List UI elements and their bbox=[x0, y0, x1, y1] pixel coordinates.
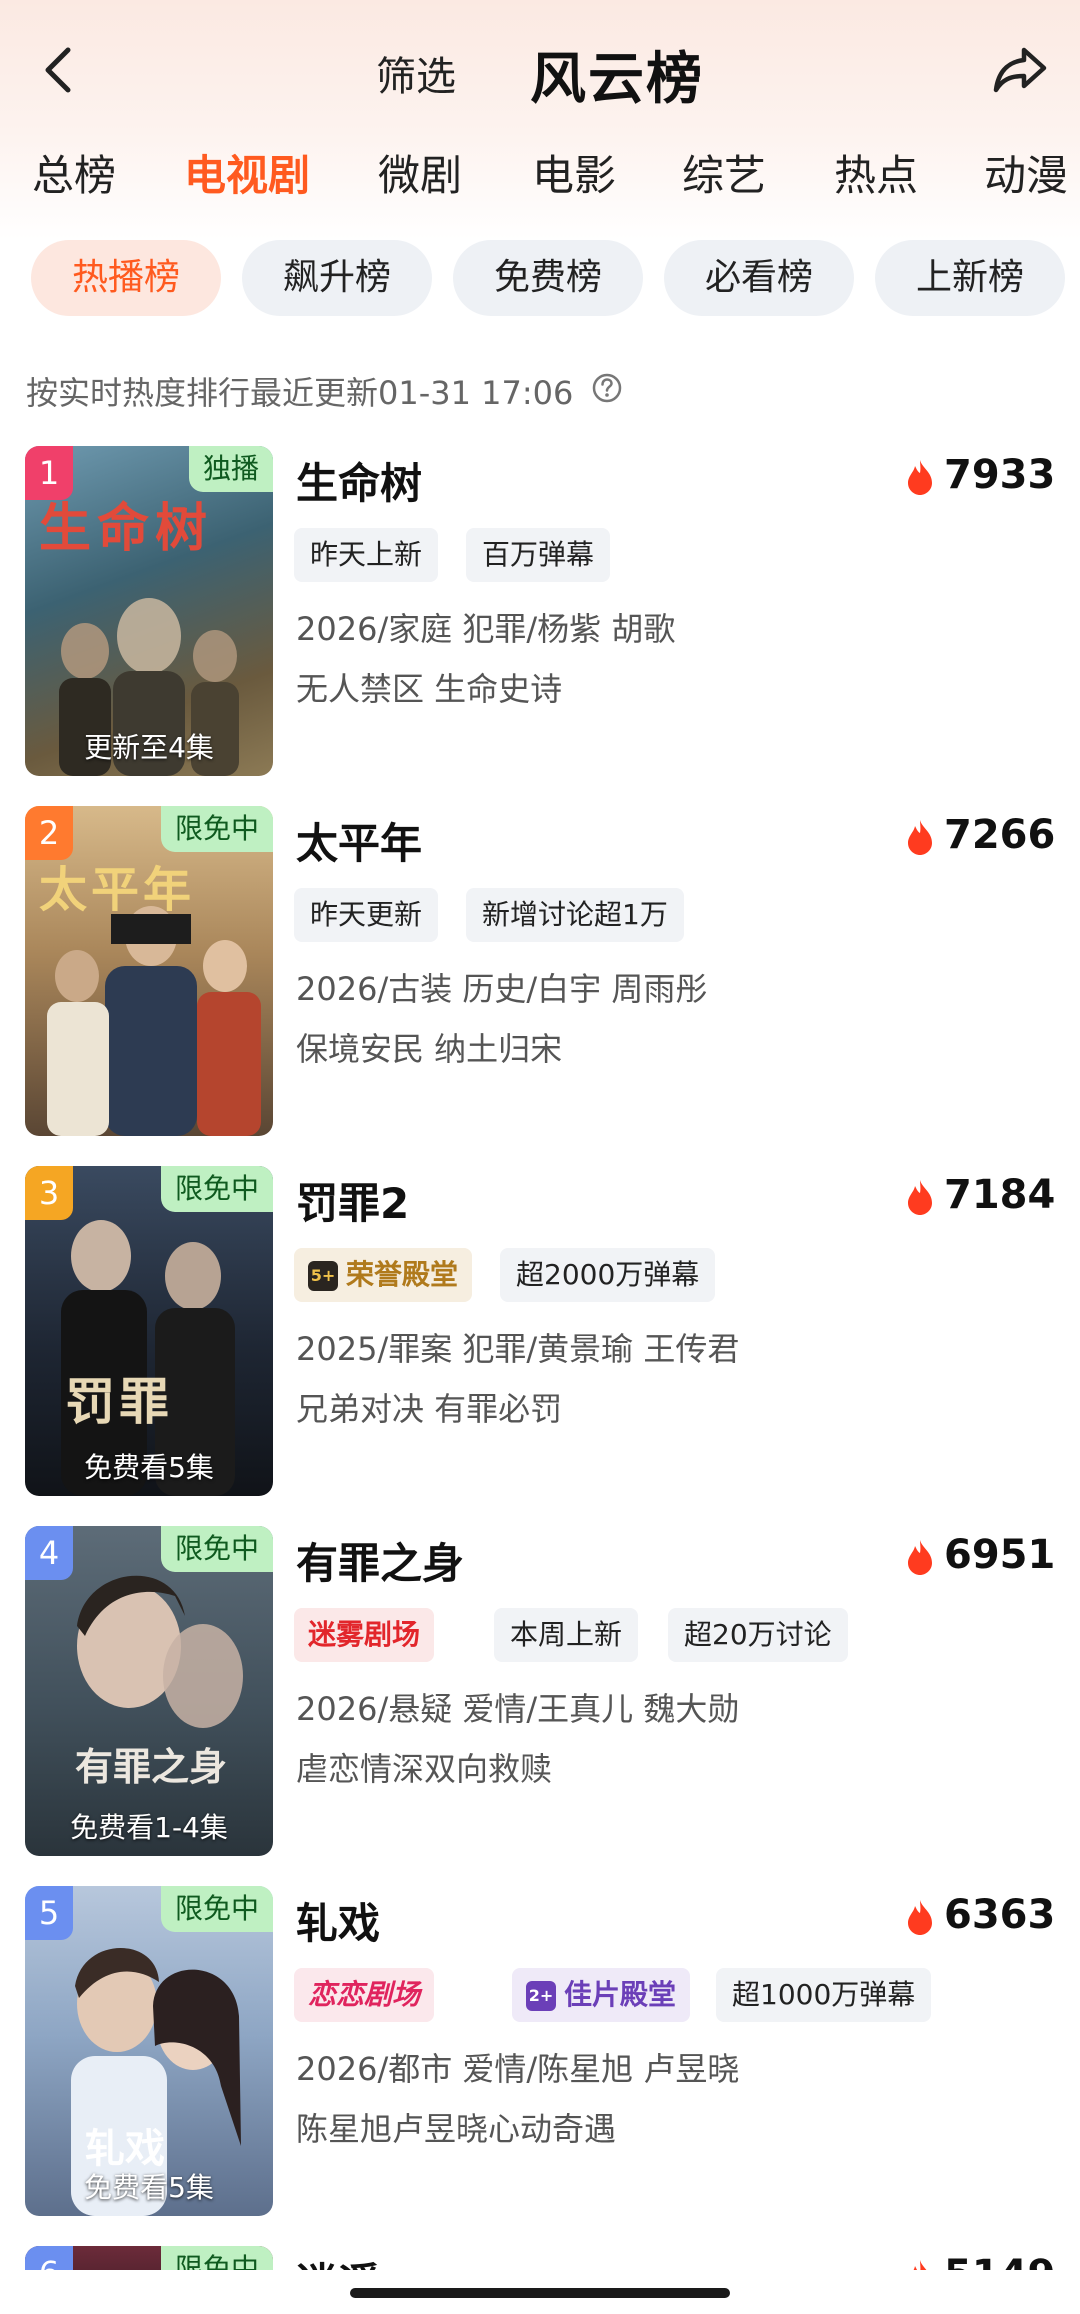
tab-movies[interactable]: 电影 bbox=[532, 142, 616, 203]
poster-title-art: 罚罪 bbox=[65, 1373, 173, 1431]
tab-hot-topics[interactable]: 热点 bbox=[834, 142, 918, 203]
tab-anime[interactable]: 动漫 bbox=[984, 142, 1068, 203]
honor-hall-icon: 5+ bbox=[308, 1261, 338, 1291]
tag-chip: 百万弹幕 bbox=[466, 528, 611, 582]
show-description: 兄弟对决 有罪必罚 bbox=[296, 1390, 563, 1428]
episode-status: 免费看5集 bbox=[84, 2171, 214, 2204]
show-title[interactable]: 轧戏 bbox=[296, 1890, 380, 1951]
show-title[interactable]: 有罪之身 bbox=[296, 1530, 464, 1591]
subtab-now-playing[interactable]: 热播榜 bbox=[31, 240, 221, 316]
share-button[interactable] bbox=[988, 40, 1052, 100]
episode-status: 更新至4集 bbox=[84, 731, 214, 764]
poster-image[interactable]: 罚罪 3 限免中 免费看5集 bbox=[25, 1166, 273, 1496]
home-indicator[interactable] bbox=[350, 2288, 730, 2298]
rank-badge: 1 bbox=[25, 446, 73, 500]
flame-icon bbox=[908, 820, 932, 855]
list-item[interactable]: 太平年 2 限免中 太平年 7266 昨天更新 新增讨论超1万 2026/古装 … bbox=[0, 806, 1080, 1136]
heat-value: 7933 bbox=[944, 452, 1056, 498]
rank-badge: 3 bbox=[25, 1166, 73, 1220]
show-title[interactable]: 生命树 bbox=[296, 450, 422, 511]
main-tab-bar: 总榜 电视剧 微剧 电影 综艺 热点 动漫 bbox=[0, 142, 1080, 202]
flame-icon bbox=[908, 1900, 932, 1935]
help-circle-icon[interactable] bbox=[591, 372, 623, 404]
subtab-rising[interactable]: 飙升榜 bbox=[242, 240, 432, 316]
flame-icon bbox=[908, 460, 932, 495]
tab-tv-series[interactable]: 电视剧 bbox=[184, 142, 310, 203]
rank-badge: 5 bbox=[25, 1886, 73, 1940]
rank-badge: 4 bbox=[25, 1526, 73, 1580]
tab-overall[interactable]: 总榜 bbox=[32, 142, 116, 203]
heat-value: 6363 bbox=[944, 1892, 1056, 1938]
show-title[interactable]: 罚罪2 bbox=[296, 1170, 409, 1231]
show-meta: 2026/古装 历史/白宇 周雨彤 bbox=[296, 970, 708, 1008]
show-title[interactable]: 太平年 bbox=[296, 810, 422, 871]
show-description: 无人禁区 生命史诗 bbox=[296, 670, 563, 708]
page-title: 风云榜 bbox=[530, 47, 704, 112]
tag-chip: 超2000万弹幕 bbox=[500, 1248, 716, 1302]
heat-value: 7184 bbox=[944, 1172, 1056, 1218]
fine-film-hall-tag: 2+ 佳片殿堂 bbox=[512, 1968, 691, 2022]
subtab-free[interactable]: 免费榜 bbox=[453, 240, 643, 316]
rank-badge: 2 bbox=[25, 806, 73, 860]
poster-image[interactable]: 生命树 1 独播 更新至4集 bbox=[25, 446, 273, 776]
free-limited-badge: 限免中 bbox=[160, 806, 273, 852]
show-meta: 2026/悬疑 爱情/王真儿 魏大勋 bbox=[296, 1690, 740, 1728]
tag-chip: 昨天上新 bbox=[294, 528, 439, 582]
show-meta: 2026/家庭 犯罪/杨紫 胡歌 bbox=[296, 610, 676, 648]
flame-icon bbox=[908, 1180, 932, 1215]
exclusive-badge: 独播 bbox=[188, 446, 273, 492]
heat-score: 7184 bbox=[904, 1172, 1056, 1222]
show-meta: 2025/罪案 犯罪/黄景瑜 王传君 bbox=[296, 1330, 740, 1368]
tag-chip: 本周上新 bbox=[494, 1608, 639, 1662]
tag-chip: 昨天更新 bbox=[294, 888, 439, 942]
free-limited-badge: 限免中 bbox=[160, 1526, 273, 1572]
poster-title-art: 太平年 bbox=[39, 862, 196, 918]
show-description: 保境安民 纳土归宋 bbox=[296, 1030, 563, 1068]
heat-score: 7266 bbox=[904, 812, 1056, 862]
heat-score: 6363 bbox=[904, 1892, 1056, 1942]
episode-status: 免费看5集 bbox=[84, 1451, 214, 1484]
subtab-must-watch[interactable]: 必看榜 bbox=[664, 240, 854, 316]
mist-theater-tag: 迷雾剧场 bbox=[294, 1608, 435, 1662]
love-theater-tag: 恋恋剧场 bbox=[294, 1968, 435, 2022]
back-button[interactable] bbox=[30, 40, 90, 100]
honor-hall-tag: 5+ 荣誉殿堂 bbox=[294, 1248, 473, 1302]
list-item[interactable]: 轧戏 5 限免中 免费看5集 轧戏 6363 恋恋剧场 2+ 佳片殿堂 超1000… bbox=[0, 1886, 1080, 2216]
show-description: 虐恋情深双向救赎 bbox=[296, 1750, 553, 1788]
sub-tab-bar: 热播榜 飙升榜 免费榜 必看榜 上新榜 bbox=[0, 240, 1080, 316]
list-item[interactable]: 罚罪 3 限免中 免费看5集 罚罪2 7184 5+ 荣誉殿堂 超2000万弹幕 … bbox=[0, 1166, 1080, 1496]
heat-value: 7266 bbox=[944, 812, 1056, 858]
poster-title-art: 有罪之身 bbox=[75, 1745, 228, 1789]
heat-score: 7933 bbox=[904, 452, 1056, 502]
tag-chip: 超1000万弹幕 bbox=[716, 1968, 932, 2022]
show-description: 陈星旭卢昱晓心动奇遇 bbox=[296, 2110, 617, 2148]
share-icon bbox=[993, 47, 1047, 93]
fine-film-hall-icon: 2+ bbox=[526, 1981, 556, 2011]
heat-score: 6951 bbox=[904, 1532, 1056, 1582]
poster-image[interactable]: 轧戏 5 限免中 免费看5集 bbox=[25, 1886, 273, 2216]
list-item[interactable]: 生命树 1 独播 更新至4集 生命树 7933 昨天上新 百万弹幕 2026/家… bbox=[0, 446, 1080, 776]
back-arrow-icon bbox=[45, 47, 71, 93]
update-info: 按实时热度排行最近更新01-31 17:06 bbox=[26, 374, 574, 412]
poster-image[interactable]: 有罪之身 4 限免中 免费看1-4集 bbox=[25, 1526, 273, 1856]
poster-image[interactable]: 太平年 2 限免中 bbox=[25, 806, 273, 1136]
tag-chip: 新增讨论超1万 bbox=[466, 888, 684, 942]
show-meta: 2026/都市 爱情/陈星旭 卢昱晓 bbox=[296, 2050, 740, 2088]
episode-status: 免费看1-4集 bbox=[70, 1811, 228, 1844]
header-bar: 筛选 风云榜 bbox=[0, 20, 1080, 120]
flame-icon bbox=[908, 1540, 932, 1575]
heat-value: 6951 bbox=[944, 1532, 1056, 1578]
list-item[interactable]: 有罪之身 4 限免中 免费看1-4集 有罪之身 6951 迷雾剧场 本周上新 超… bbox=[0, 1526, 1080, 1856]
tab-micro-drama[interactable]: 微剧 bbox=[378, 142, 462, 203]
free-limited-badge: 限免中 bbox=[160, 1166, 273, 1212]
honor-hall-label: 荣誉殿堂 bbox=[346, 1258, 459, 1291]
tab-variety[interactable]: 综艺 bbox=[682, 142, 766, 203]
fine-film-hall-label: 佳片殿堂 bbox=[564, 1978, 677, 2011]
subtab-new[interactable]: 上新榜 bbox=[875, 240, 1065, 316]
filter-link[interactable]: 筛选 bbox=[376, 44, 456, 102]
free-limited-badge: 限免中 bbox=[160, 1886, 273, 1932]
tag-chip: 超20万讨论 bbox=[668, 1608, 848, 1662]
